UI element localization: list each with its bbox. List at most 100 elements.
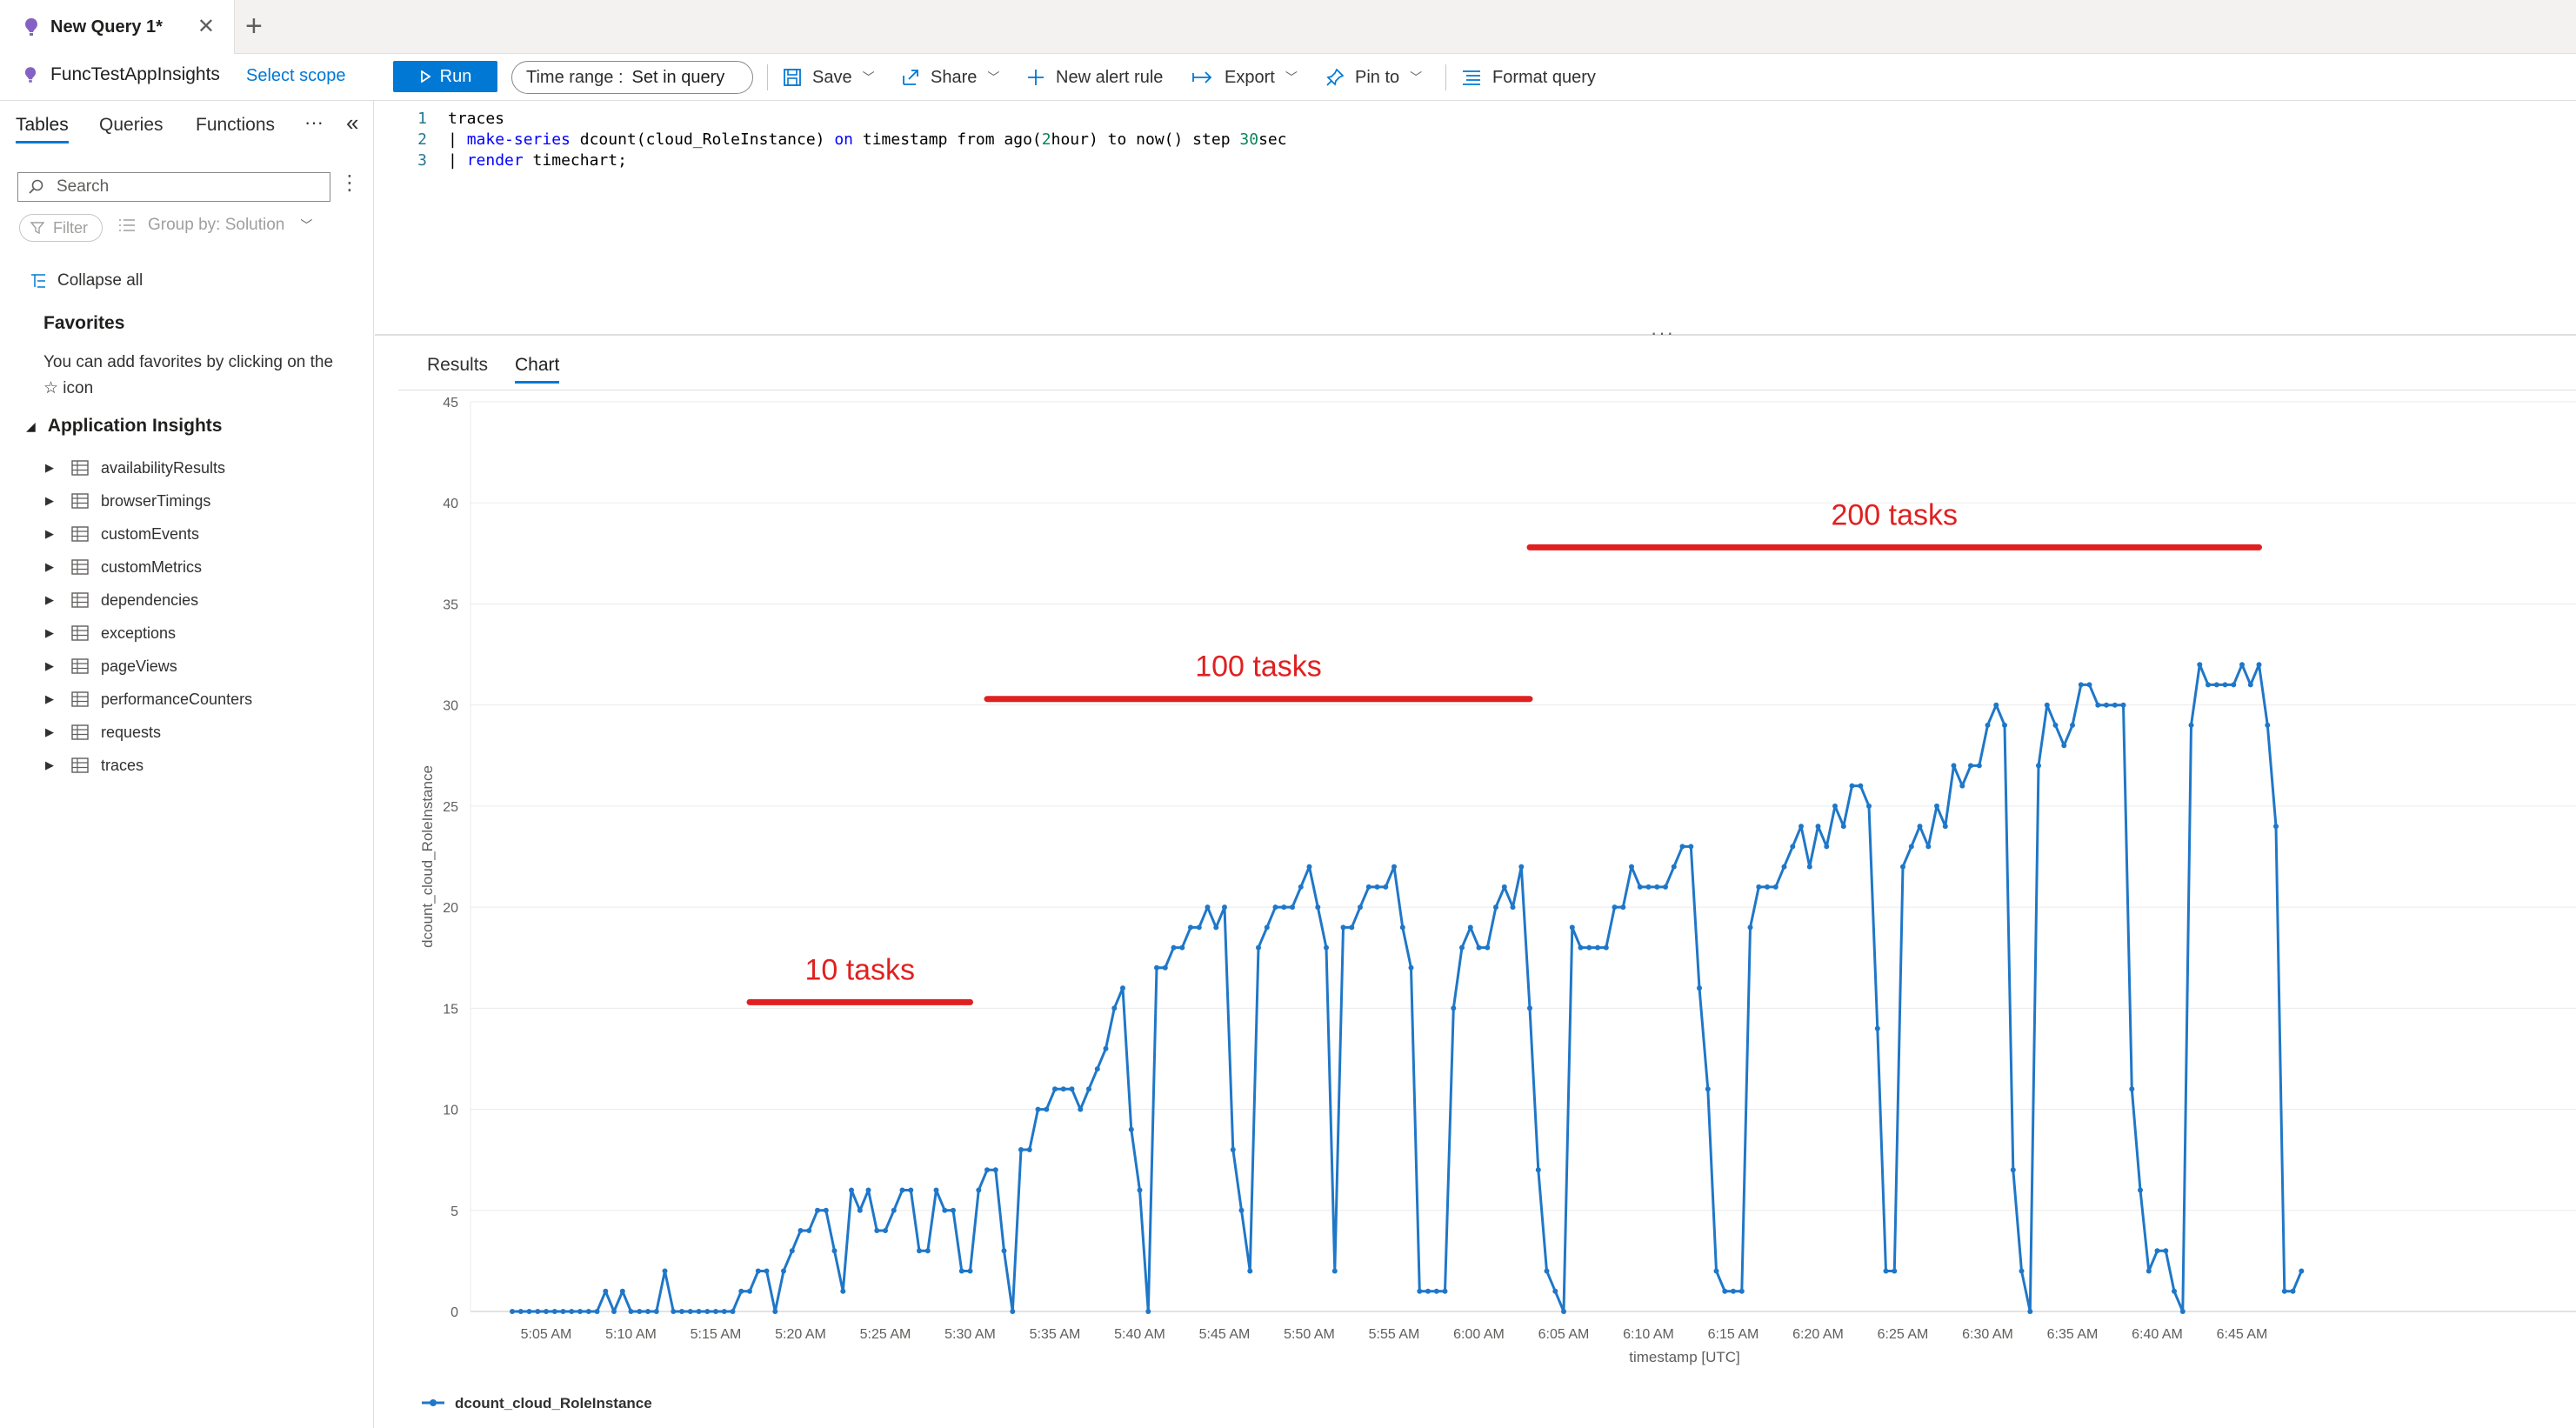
x-tick-label: 5:15 AM — [691, 1327, 742, 1342]
time-range-picker[interactable]: Time range : Set in query — [511, 61, 753, 94]
data-point — [1094, 1066, 1100, 1072]
run-button[interactable]: Run — [393, 61, 497, 92]
data-point — [721, 1309, 727, 1314]
select-scope-link[interactable]: Select scope — [246, 66, 346, 86]
tab-functions[interactable]: Functions — [196, 115, 275, 136]
data-point — [1832, 803, 1838, 809]
search-options-icon[interactable]: ⋮ — [339, 170, 360, 196]
data-point — [781, 1268, 786, 1274]
expand-triangle-icon[interactable]: ▶ — [45, 659, 54, 673]
table-item-exceptions[interactable]: ▶ exceptions — [45, 620, 176, 646]
expand-triangle-icon[interactable]: ▶ — [45, 527, 54, 541]
splitter-handle[interactable]: ··· — [1651, 322, 1675, 344]
data-point — [899, 1187, 905, 1193]
data-point — [1018, 1147, 1024, 1152]
save-button[interactable]: Save ﹀ — [783, 63, 875, 92]
data-point — [1738, 1288, 1745, 1294]
format-query-icon — [1463, 70, 1480, 85]
export-button[interactable]: Export ﹀ — [1191, 63, 1298, 92]
data-point — [637, 1309, 643, 1314]
data-point — [1654, 884, 1660, 890]
format-query-button[interactable]: Format query — [1461, 63, 1596, 92]
expand-triangle-icon[interactable]: ▶ — [45, 560, 54, 574]
tab-results[interactable]: Results — [427, 355, 488, 376]
expand-triangle-icon[interactable]: ▶ — [45, 758, 54, 772]
data-point — [628, 1309, 634, 1314]
data-point — [510, 1309, 515, 1314]
tab-chart[interactable]: Chart — [515, 355, 560, 384]
table-name: browserTimings — [101, 491, 211, 510]
tab-queries[interactable]: Queries — [99, 115, 164, 136]
data-point — [1230, 1147, 1236, 1152]
collapse-all-button[interactable]: Collapse all — [30, 271, 143, 290]
data-point — [2247, 682, 2253, 688]
table-name: dependencies — [101, 591, 199, 609]
data-point — [704, 1309, 711, 1314]
table-item-pageViews[interactable]: ▶ pageViews — [45, 653, 177, 679]
share-button[interactable]: Share ﹀ — [901, 63, 999, 92]
table-item-customMetrics[interactable]: ▶ customMetrics — [45, 554, 202, 580]
data-point — [764, 1268, 770, 1274]
add-tab-icon[interactable]: + — [245, 9, 263, 43]
x-axis-label: timestamp [UTC] — [1629, 1349, 1740, 1365]
data-point — [730, 1309, 736, 1314]
table-item-dependencies[interactable]: ▶ dependencies — [45, 587, 198, 613]
expand-triangle-icon[interactable]: ▶ — [45, 725, 54, 739]
application-insights-section[interactable]: ◢ Application Insights — [26, 416, 222, 437]
chevron-down-icon: ﹀ — [1285, 70, 1298, 84]
query-editor[interactable]: 1 traces 2 | make-series dcount(cloud_Ro… — [375, 101, 2576, 336]
table-name: availabilityResults — [101, 458, 226, 477]
table-item-availabilityResults[interactable]: ▶ availabilityResults — [45, 455, 225, 481]
x-tick-label: 6:10 AM — [1623, 1327, 1674, 1342]
collapse-panel-icon[interactable]: « — [346, 110, 358, 137]
search-input[interactable]: Search — [17, 172, 330, 202]
group-by-dropdown[interactable]: Group by: Solution ﹀ — [118, 216, 312, 235]
x-tick-label: 6:45 AM — [2217, 1327, 2268, 1342]
expand-triangle-icon[interactable]: ▶ — [45, 461, 54, 475]
table-item-customEvents[interactable]: ▶ customEvents — [45, 521, 199, 547]
pin-to-button[interactable]: Pin to ﹀ — [1325, 63, 1422, 92]
expand-triangle-icon[interactable]: ▶ — [45, 593, 54, 607]
more-icon[interactable]: ··· — [304, 111, 324, 134]
expand-triangle-icon[interactable]: ▶ — [45, 692, 54, 706]
x-tick-label: 5:25 AM — [860, 1327, 911, 1342]
x-tick-label: 5:10 AM — [605, 1327, 657, 1342]
data-point — [1799, 824, 1804, 830]
y-tick-label: 20 — [443, 901, 458, 916]
data-point — [1858, 783, 1864, 789]
data-point — [1663, 884, 1668, 890]
query-tab[interactable]: New Query 1* ✕ — [0, 0, 235, 54]
data-point — [551, 1309, 557, 1314]
table-item-traces[interactable]: ▶ traces — [45, 752, 143, 778]
table-item-browserTimings[interactable]: ▶ browserTimings — [45, 488, 210, 514]
data-point — [1697, 985, 1702, 991]
expand-triangle-icon[interactable]: ▶ — [45, 626, 54, 640]
x-tick-label: 6:25 AM — [1878, 1327, 1929, 1342]
plus-icon — [1028, 70, 1044, 85]
data-point — [2290, 1288, 2296, 1294]
chevron-down-icon: ﹀ — [1410, 70, 1423, 84]
close-icon[interactable]: ✕ — [197, 14, 215, 39]
data-point — [1934, 803, 1939, 809]
x-tick-label: 6:15 AM — [1708, 1327, 1759, 1342]
y-tick-label: 40 — [443, 497, 458, 511]
data-point — [2299, 1268, 2305, 1274]
data-point — [891, 1207, 897, 1213]
data-point — [1188, 924, 1193, 931]
run-label: Run — [439, 66, 472, 86]
annotation-label: 200 tasks — [1831, 498, 1958, 531]
chart-legend[interactable]: dcount_cloud_RoleInstance — [422, 1395, 652, 1411]
table-icon — [71, 526, 89, 542]
table-item-performanceCounters[interactable]: ▶ performanceCounters — [45, 686, 252, 712]
expand-triangle-icon[interactable]: ▶ — [45, 494, 54, 508]
tab-tables[interactable]: Tables — [16, 115, 69, 143]
group-by-label: Group by: Solution — [148, 216, 285, 234]
filter-button[interactable]: Filter — [19, 214, 103, 242]
data-point — [951, 1207, 956, 1213]
data-point — [585, 1309, 591, 1314]
line-number: 3 — [417, 150, 427, 170]
new-alert-rule-button[interactable]: New alert rule — [1026, 63, 1163, 92]
table-item-requests[interactable]: ▶ requests — [45, 719, 161, 745]
data-point — [823, 1207, 829, 1213]
x-tick-label: 5:05 AM — [521, 1327, 572, 1342]
